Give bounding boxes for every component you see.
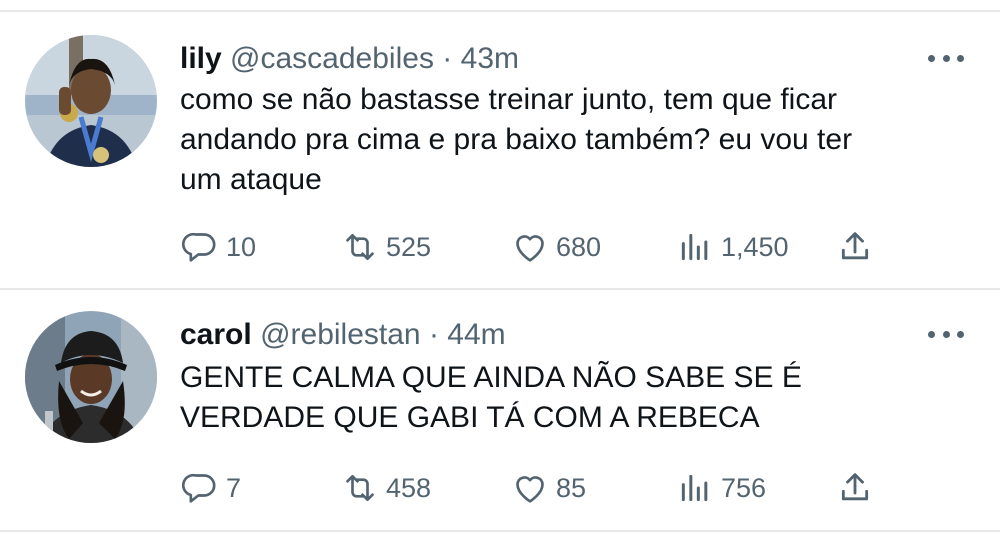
tweet-header: lily @cascadebiles · 43m — [180, 42, 519, 76]
separator: · — [442, 42, 453, 75]
share-button[interactable] — [835, 468, 875, 508]
like-count: 85 — [556, 472, 587, 503]
retweet-icon — [346, 475, 374, 501]
handle[interactable]: @cascadebiles — [230, 42, 434, 75]
avatar-image — [25, 311, 157, 443]
tweet-text-line: andando pra cima e pra baixo também? eu … — [180, 123, 853, 156]
share-icon — [841, 473, 869, 501]
timestamp[interactable]: 43m — [461, 42, 519, 75]
more-icon[interactable] — [928, 48, 964, 68]
tweet-text-line: VERDADE QUE GABI TÁ COM A REBECA — [180, 401, 760, 434]
retweet-count: 525 — [386, 231, 432, 262]
retweet-button[interactable]: 525 — [340, 227, 431, 267]
like-button[interactable]: 680 — [510, 227, 601, 267]
timestamp[interactable]: 44m — [447, 318, 505, 351]
reply-button[interactable]: 7 — [180, 468, 241, 508]
display-name[interactable]: carol — [180, 318, 252, 351]
heart-icon — [516, 235, 544, 262]
reply-count: 7 — [226, 472, 242, 503]
separator: · — [428, 318, 439, 351]
handle[interactable]: @rebilestan — [260, 318, 421, 351]
bottom-divider — [0, 530, 1000, 532]
share-icon — [841, 232, 869, 260]
views-icon — [681, 233, 708, 261]
tweet-2[interactable]: carol @rebilestan · 44m GENTE CALMA QUE … — [0, 290, 1000, 530]
views-button[interactable]: 756 — [675, 468, 766, 508]
tweet-text-line: GENTE CALMA QUE AINDA NÃO SABE SE É — [180, 361, 802, 394]
like-button[interactable]: 85 — [510, 468, 586, 508]
tweet-text-line: um ataque — [180, 163, 322, 196]
share-button[interactable] — [835, 227, 875, 267]
tweet-actions: 10 525 680 1,450 — [180, 227, 900, 267]
display-name[interactable]: lily — [180, 42, 222, 75]
views-icon — [681, 474, 708, 502]
tweet-header: carol @rebilestan · 44m — [180, 318, 506, 352]
views-count: 756 — [721, 472, 767, 503]
avatar-image — [25, 35, 157, 167]
heart-icon — [516, 476, 544, 503]
tweet-text: como se não bastasse treinar junto, tem … — [180, 80, 960, 200]
views-button[interactable]: 1,450 — [675, 227, 789, 267]
views-count: 1,450 — [721, 231, 789, 262]
reply-button[interactable]: 10 — [180, 227, 256, 267]
tweet-1[interactable]: lily @cascadebiles · 43m como se não bas… — [0, 12, 1000, 288]
reply-icon — [181, 232, 216, 262]
reply-count: 10 — [226, 231, 257, 262]
retweet-count: 458 — [386, 472, 432, 503]
more-icon[interactable] — [928, 324, 964, 344]
tweet-text-line: como se não bastasse treinar junto, tem … — [180, 83, 838, 116]
avatar[interactable] — [25, 311, 157, 443]
tweet-text: GENTE CALMA QUE AINDA NÃO SABE SE É VERD… — [180, 358, 960, 438]
retweet-button[interactable]: 458 — [340, 468, 431, 508]
retweet-icon — [346, 234, 374, 260]
reply-icon — [181, 473, 216, 503]
tweet-actions: 7 458 85 756 — [180, 468, 900, 508]
avatar[interactable] — [25, 35, 157, 167]
like-count: 680 — [556, 231, 602, 262]
